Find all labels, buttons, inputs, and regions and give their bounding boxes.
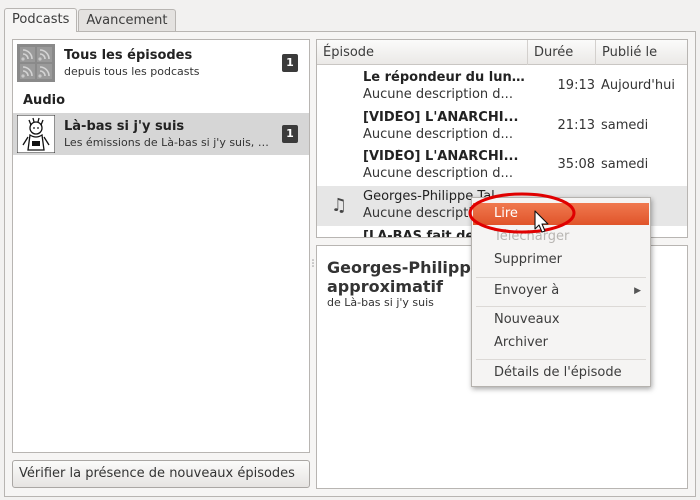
episode-list-header: Épisode Durée Publié le xyxy=(317,40,687,65)
episode-published: samedi xyxy=(601,157,649,172)
episode-description: Aucune description d... xyxy=(363,127,513,142)
menu-separator xyxy=(476,359,646,360)
column-header-duration[interactable]: Durée xyxy=(528,40,596,65)
episode-context-menu[interactable]: Lire Télécharger Supprimer Envoyer à ▶ N… xyxy=(471,197,651,387)
new-count-badge: 1 xyxy=(282,54,298,72)
tab-bar: Podcasts Avancement xyxy=(4,8,177,32)
menu-item-lire[interactable]: Lire xyxy=(473,203,649,225)
episode-description: Aucune description d... xyxy=(363,166,513,181)
episode-duration: 21:13 xyxy=(557,118,595,133)
episode-duration: 35:08 xyxy=(557,157,595,172)
menu-item-nouveaux[interactable]: Nouveaux xyxy=(473,309,649,331)
section-header-audio: Audio xyxy=(23,93,66,108)
episode-description: Aucune description d... xyxy=(363,87,513,102)
episode-title: [VIDÉO] L'ANARCHI... xyxy=(363,110,519,125)
podcast-subtitle: depuis tous les podcasts xyxy=(64,65,200,78)
pane-splitter-handle[interactable] xyxy=(311,258,315,268)
rss-feed-icon xyxy=(17,44,55,82)
podcast-subtitle: Les émissions de Là-bas si j'y suis, l..… xyxy=(64,136,269,149)
podcast-title: Tous les épisodes xyxy=(64,48,193,63)
episode-row[interactable]: [VIDÉO] L'ANARCHI... Aucune description … xyxy=(317,146,687,186)
menu-item-details-episode[interactable]: Détails de l'épisode xyxy=(473,362,649,384)
submenu-arrow-icon: ▶ xyxy=(634,286,641,296)
menu-separator xyxy=(476,277,646,278)
menu-item-archiver[interactable]: Archiver xyxy=(473,332,649,354)
check-new-episodes-button[interactable]: Vérifier la présence de nouveaux épisode… xyxy=(12,460,310,488)
menu-separator xyxy=(476,306,646,307)
episode-published: samedi xyxy=(601,118,649,133)
tab-avancement[interactable]: Avancement xyxy=(78,9,176,31)
podcast-title: Là-bas si j'y suis xyxy=(64,119,185,134)
menu-item-envoyer-a[interactable]: Envoyer à ▶ xyxy=(473,280,649,302)
episode-duration: 19:13 xyxy=(557,78,595,93)
new-count-badge: 1 xyxy=(282,125,298,143)
tab-podcasts[interactable]: Podcasts xyxy=(4,8,78,32)
menu-item-telecharger[interactable]: Télécharger xyxy=(473,226,649,248)
episode-row[interactable]: [VIDÉO] L'ANARCHI... Aucune description … xyxy=(317,107,687,147)
episode-title: Le répondeur du lun... xyxy=(363,70,525,85)
podcast-cover-icon xyxy=(17,115,55,153)
music-note-icon: ♫ xyxy=(331,195,348,216)
podcast-list[interactable]: Tous les épisodes depuis tous les podcas… xyxy=(12,39,310,453)
podcast-item-all-episodes[interactable]: Tous les épisodes depuis tous les podcas… xyxy=(13,42,309,84)
column-header-episode[interactable]: Épisode xyxy=(317,40,528,65)
podcast-item-labas[interactable]: Là-bas si j'y suis Les émissions de Là-b… xyxy=(13,113,309,155)
episode-detail-podcast: de Là-bas si j'y suis xyxy=(327,296,434,309)
menu-item-label: Envoyer à xyxy=(494,283,560,298)
episode-title: [VIDÉO] L'ANARCHI... xyxy=(363,149,519,164)
menu-item-supprimer[interactable]: Supprimer xyxy=(473,249,649,271)
episode-row[interactable]: Le répondeur du lun... Aucune descriptio… xyxy=(317,67,687,107)
column-header-published[interactable]: Publié le xyxy=(596,40,687,65)
episode-published: Aujourd'hui xyxy=(601,78,675,93)
